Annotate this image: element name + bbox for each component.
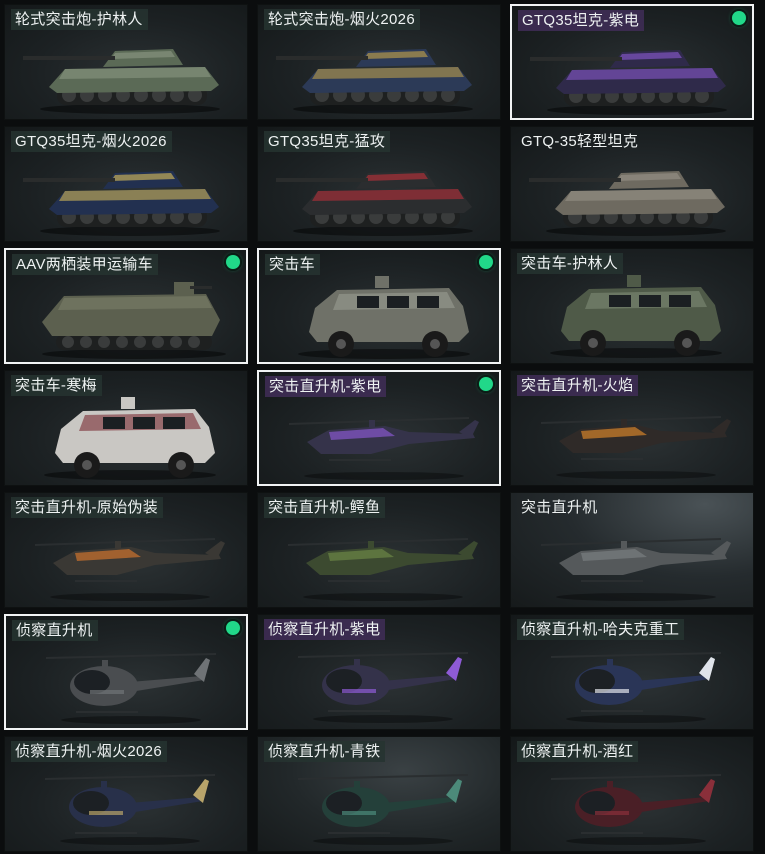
- vehicle-card[interactable]: GTQ35坦克-紫电: [510, 4, 754, 120]
- vehicle-name: 突击直升机-原始伪装: [11, 497, 163, 518]
- vehicle-card[interactable]: 轮式突击炮-护林人: [4, 4, 248, 120]
- vehicle-card[interactable]: 侦察直升机: [4, 614, 248, 730]
- vehicle-name: 突击直升机-鳄鱼: [264, 497, 386, 518]
- vehicle-name: 轮式突击炮-护林人: [11, 9, 148, 30]
- vehicle-card[interactable]: 突击直升机-火焰: [510, 370, 754, 486]
- vehicle-card[interactable]: 侦察直升机-烟火2026: [4, 736, 248, 852]
- vehicle-card[interactable]: 突击直升机-紫电: [257, 370, 501, 486]
- vehicle-card[interactable]: 突击直升机-原始伪装: [4, 492, 248, 608]
- vehicle-name: 侦察直升机-酒红: [517, 741, 639, 762]
- vehicle-card[interactable]: 突击直升机-鳄鱼: [257, 492, 501, 608]
- vehicle-name: 轮式突击炮-烟火2026: [264, 9, 420, 30]
- vehicle-name: AAV两栖装甲运输车: [12, 254, 158, 275]
- vehicle-name: 突击直升机: [521, 499, 598, 516]
- vehicle-card[interactable]: 侦察直升机-紫电: [257, 614, 501, 730]
- vehicle-card[interactable]: 侦察直升机-青铁: [257, 736, 501, 852]
- vehicle-name: 侦察直升机-烟火2026: [11, 741, 167, 762]
- equipped-indicator-icon: [226, 621, 240, 635]
- vehicle-card[interactable]: 突击直升机: [510, 492, 754, 608]
- vehicle-name: 突击直升机-火焰: [517, 375, 639, 396]
- vehicle-card[interactable]: AAV两栖装甲运输车: [4, 248, 248, 364]
- vehicle-card[interactable]: 侦察直升机-酒红: [510, 736, 754, 852]
- vehicle-name: 突击直升机-紫电: [265, 376, 387, 397]
- vehicle-card[interactable]: GTQ35坦克-猛攻: [257, 126, 501, 242]
- vehicle-name: GTQ35坦克-猛攻: [264, 131, 391, 152]
- vehicle-card[interactable]: 突击车-护林人: [510, 248, 754, 364]
- equipped-indicator-icon: [732, 11, 746, 25]
- vehicle-name: 突击车-护林人: [517, 253, 624, 274]
- vehicle-card[interactable]: GTQ35坦克-烟火2026: [4, 126, 248, 242]
- vehicle-name: 侦察直升机-哈夫克重工: [517, 619, 685, 640]
- equipped-indicator-icon: [479, 255, 493, 269]
- vehicle-name: GTQ-35轻型坦克: [521, 133, 639, 150]
- vehicle-card[interactable]: 轮式突击炮-烟火2026: [257, 4, 501, 120]
- vehicle-name: GTQ35坦克-紫电: [518, 10, 645, 31]
- vehicle-name: 侦察直升机-紫电: [264, 619, 386, 640]
- vehicle-card[interactable]: 突击车-寒梅: [4, 370, 248, 486]
- vehicle-skin-grid: 轮式突击炮-护林人 轮式突击炮-烟火2026 GTQ35坦克-紫电 GTQ35坦…: [4, 4, 762, 852]
- equipped-indicator-icon: [226, 255, 240, 269]
- vehicle-name: 突击车-寒梅: [11, 375, 102, 396]
- equipped-indicator-icon: [479, 377, 493, 391]
- vehicle-name: 侦察直升机: [12, 620, 98, 641]
- vehicle-card[interactable]: 侦察直升机-哈夫克重工: [510, 614, 754, 730]
- vehicle-card[interactable]: 突击车: [257, 248, 501, 364]
- vehicle-card[interactable]: GTQ-35轻型坦克: [510, 126, 754, 242]
- vehicle-name: 突击车: [265, 254, 320, 275]
- vehicle-name: GTQ35坦克-烟火2026: [11, 131, 172, 152]
- vehicle-name: 侦察直升机-青铁: [264, 741, 386, 762]
